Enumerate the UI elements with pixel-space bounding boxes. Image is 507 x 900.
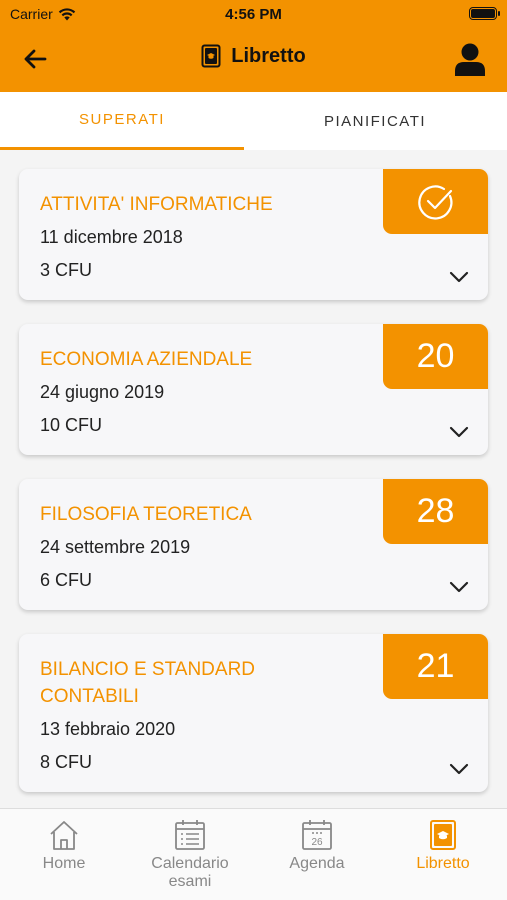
nav-agenda-label: Agenda xyxy=(289,855,345,872)
exam-cfu: 6 CFU xyxy=(40,570,93,590)
chevron-down-icon[interactable] xyxy=(448,270,470,284)
chevron-down-icon[interactable] xyxy=(448,762,470,776)
exam-grade-badge xyxy=(383,169,488,234)
battery-icon xyxy=(469,7,500,20)
exam-cfu: 3 CFU xyxy=(40,260,93,280)
booklet-icon xyxy=(201,44,221,68)
nav-libretto-label: Libretto xyxy=(416,855,470,872)
exam-cfu: 10 CFU xyxy=(40,415,103,435)
exam-card[interactable]: ECONOMIA AZIENDALE 24 giugno 2019 10 CFU… xyxy=(19,324,488,455)
exam-grade-badge: 21 xyxy=(383,634,488,699)
nav-libretto[interactable]: Libretto xyxy=(380,819,506,899)
exam-date: 24 settembre 2019 xyxy=(40,537,191,557)
booklet-icon xyxy=(430,820,456,850)
header-title-group: Libretto xyxy=(0,44,507,68)
exam-name: FILOSOFIA TEORETICA xyxy=(40,504,252,525)
check-circle-icon xyxy=(417,184,452,220)
nav-calendario-label: Calendario esami xyxy=(151,855,229,890)
nav-agenda[interactable]: 26 Agenda xyxy=(254,819,380,899)
home-icon xyxy=(50,821,78,850)
exam-name: ATTIVITA' INFORMATICHE xyxy=(40,194,273,215)
exam-date: 13 febbraio 2020 xyxy=(40,719,176,739)
exam-list[interactable]: ATTIVITA' INFORMATICHE 11 dicembre 2018 … xyxy=(0,150,507,808)
nav-home-label: Home xyxy=(42,855,86,872)
calendar-list-icon xyxy=(175,820,205,850)
exam-card[interactable]: ATTIVITA' INFORMATICHE 11 dicembre 2018 … xyxy=(19,169,488,300)
app-header: Carrier 4:56 PM Libretto xyxy=(0,0,507,92)
profile-button[interactable] xyxy=(451,40,489,78)
agenda-day-number: 26 xyxy=(311,837,323,848)
chevron-down-icon[interactable] xyxy=(448,580,470,594)
status-time: 4:56 PM xyxy=(225,6,282,23)
tab-pianificati[interactable]: PIANIFICATI xyxy=(253,92,497,150)
exam-date: 24 giugno 2019 xyxy=(40,382,165,402)
exam-card[interactable]: BILANCIO E STANDARD CONTABILI 13 febbrai… xyxy=(19,634,488,792)
exam-cfu: 8 CFU xyxy=(40,752,93,772)
bottom-nav: Home Calendario esami 26 Agenda Libretto xyxy=(0,808,507,900)
exam-card[interactable]: FILOSOFIA TEORETICA 24 settembre 2019 6 … xyxy=(19,479,488,610)
exam-name: ECONOMIA AZIENDALE xyxy=(40,349,253,370)
page-title: Libretto xyxy=(231,44,306,67)
chevron-down-icon[interactable] xyxy=(448,425,470,439)
exam-name: BILANCIO E STANDARD CONTABILI xyxy=(40,659,256,707)
user-icon xyxy=(455,43,485,76)
nav-home[interactable]: Home xyxy=(1,819,127,899)
exam-date: 11 dicembre 2018 xyxy=(40,227,183,247)
exam-grade-badge: 20 xyxy=(383,324,488,389)
status-bar: Carrier 4:56 PM xyxy=(0,0,507,28)
nav-calendario-esami[interactable]: Calendario esami xyxy=(127,819,253,899)
calendar-26-icon: 26 xyxy=(302,820,332,850)
tab-bar: SUPERATI PIANIFICATI xyxy=(0,92,507,150)
tab-superati[interactable]: SUPERATI xyxy=(0,92,244,150)
exam-grade-badge: 28 xyxy=(383,479,488,544)
